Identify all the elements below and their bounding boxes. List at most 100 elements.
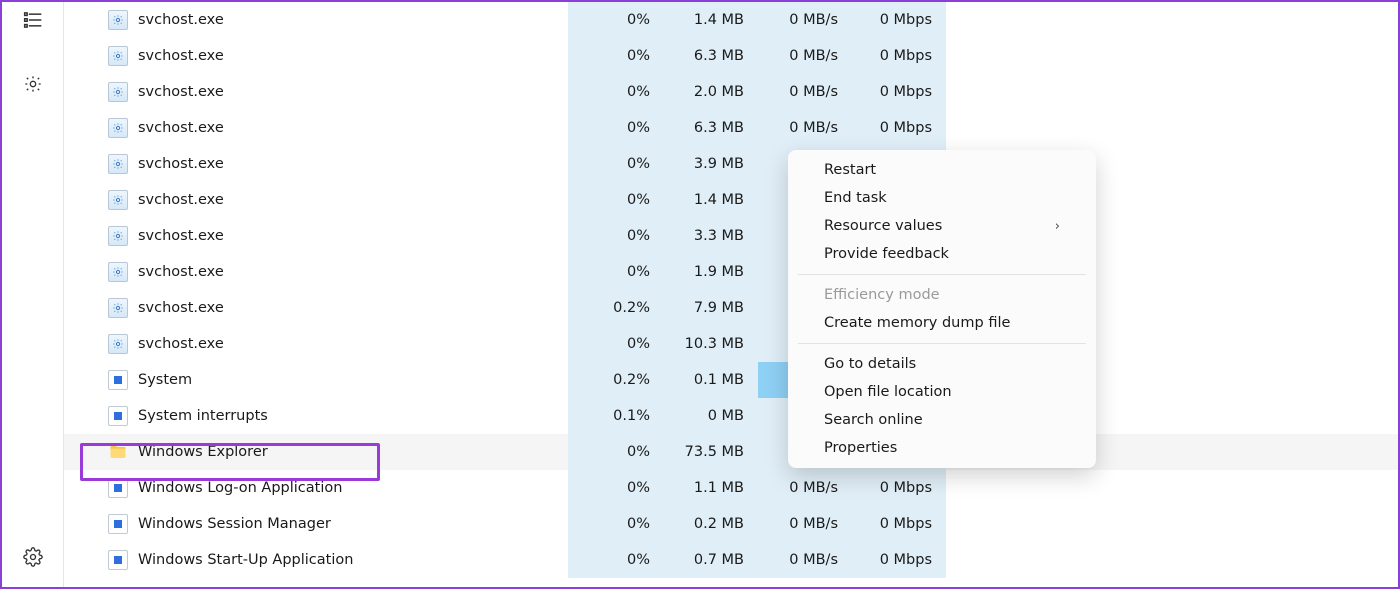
- process-name-label: Windows Start-Up Application: [138, 552, 353, 568]
- system-process-icon: [108, 550, 128, 570]
- process-name-cell: svchost.exe: [108, 226, 568, 246]
- network-cell: 0 Mbps: [852, 74, 946, 110]
- memory-cell: 6.3 MB: [664, 110, 758, 146]
- memory-cell: 7.9 MB: [664, 290, 758, 326]
- cpu-cell: 0%: [568, 110, 664, 146]
- network-cell: 0 Mbps: [852, 542, 946, 578]
- memory-cell: 73.5 MB: [664, 434, 758, 470]
- menu-go-to-details[interactable]: Go to details: [788, 350, 1096, 378]
- process-list: svchost.exe0%1.4 MB0 MB/s0 Mbpssvchost.e…: [64, 2, 1398, 587]
- process-name-label: svchost.exe: [138, 156, 224, 172]
- cpu-cell: 0.1%: [568, 398, 664, 434]
- network-cell: 0 Mbps: [852, 470, 946, 506]
- memory-cell: 3.9 MB: [664, 146, 758, 182]
- process-name-label: svchost.exe: [138, 228, 224, 244]
- disk-cell: 0 MB/s: [758, 542, 852, 578]
- process-name-cell: svchost.exe: [108, 298, 568, 318]
- cpu-cell: 0%: [568, 506, 664, 542]
- process-name-cell: System: [108, 370, 568, 390]
- disk-cell: 0 MB/s: [758, 110, 852, 146]
- sidebar: [2, 2, 64, 587]
- table-row[interactable]: Windows Session Manager 0%0.2 MB0 MB/s0 M…: [64, 506, 1398, 542]
- process-name-label: System interrupts: [138, 408, 268, 424]
- gear-icon: [108, 226, 128, 246]
- disk-cell: 0 MB/s: [758, 74, 852, 110]
- menu-label: Search online: [824, 412, 923, 428]
- process-name-label: System: [138, 372, 192, 388]
- table-row[interactable]: Windows Log-on Application0%1.1 MB0 MB/s…: [64, 470, 1398, 506]
- table-row[interactable]: svchost.exe0%6.3 MB0 MB/s0 Mbps: [64, 110, 1398, 146]
- table-row[interactable]: svchost.exe0%2.0 MB0 MB/s0 Mbps: [64, 74, 1398, 110]
- table-row[interactable]: Windows Start-Up Application0%0.7 MB0 MB…: [64, 542, 1398, 578]
- table-row[interactable]: svchost.exe0%10.3 MB0 MB: [64, 326, 1398, 362]
- process-name-cell: System interrupts: [108, 406, 568, 426]
- table-row[interactable]: System interrupts0.1%0 MB0 MB: [64, 398, 1398, 434]
- menu-provide-feedback[interactable]: Provide feedback: [788, 240, 1096, 268]
- disk-cell: 0 MB/s: [758, 2, 852, 38]
- folder-icon: [108, 442, 128, 462]
- process-name-label: svchost.exe: [138, 336, 224, 352]
- menu-label: Properties: [824, 440, 897, 456]
- process-name-cell: svchost.exe: [108, 190, 568, 210]
- list-view-icon[interactable]: [15, 2, 51, 38]
- process-name-label: Windows Session Manager: [138, 516, 331, 532]
- menu-end-task[interactable]: End task: [788, 184, 1096, 212]
- table-row[interactable]: svchost.exe0%1.4 MB0 MB: [64, 182, 1398, 218]
- process-name-cell: Windows Log-on Application: [108, 478, 568, 498]
- cpu-cell: 0%: [568, 2, 664, 38]
- gear-icon: [108, 298, 128, 318]
- menu-properties[interactable]: Properties: [788, 434, 1096, 462]
- gear-icon: [108, 82, 128, 102]
- menu-search-online[interactable]: Search online: [788, 406, 1096, 434]
- cpu-cell: 0%: [568, 254, 664, 290]
- menu-label: Create memory dump file: [824, 315, 1010, 331]
- table-row[interactable]: Windows Explorer0%73.5 MB0 MB/s0 Mbps: [64, 434, 1398, 470]
- menu-create-dump[interactable]: Create memory dump file: [788, 309, 1096, 337]
- cpu-cell: 0%: [568, 38, 664, 74]
- process-name-label: svchost.exe: [138, 84, 224, 100]
- menu-label: Restart: [824, 162, 876, 178]
- memory-cell: 1.4 MB: [664, 2, 758, 38]
- memory-cell: 0.2 MB: [664, 506, 758, 542]
- menu-efficiency-mode: Efficiency mode: [788, 281, 1096, 309]
- gear-icon: [108, 190, 128, 210]
- table-row[interactable]: svchost.exe0%3.9 MB0 MB: [64, 146, 1398, 182]
- memory-cell: 1.1 MB: [664, 470, 758, 506]
- settings-icon[interactable]: [15, 539, 51, 575]
- menu-label: Go to details: [824, 356, 916, 372]
- process-name-cell: svchost.exe: [108, 154, 568, 174]
- cpu-cell: 0%: [568, 434, 664, 470]
- table-row[interactable]: svchost.exe0%1.9 MB0 MB: [64, 254, 1398, 290]
- gear-icon[interactable]: [15, 66, 51, 102]
- table-row[interactable]: svchost.exe0%1.4 MB0 MB/s0 Mbps: [64, 2, 1398, 38]
- menu-restart[interactable]: Restart: [788, 156, 1096, 184]
- system-process-icon: [108, 478, 128, 498]
- menu-resource-values[interactable]: Resource values›: [788, 212, 1096, 240]
- cpu-cell: 0%: [568, 326, 664, 362]
- disk-cell: 0 MB/s: [758, 470, 852, 506]
- table-row[interactable]: svchost.exe0.2%7.9 MB0 MB: [64, 290, 1398, 326]
- process-name-cell: Windows Session Manager: [108, 514, 568, 534]
- process-name-cell: svchost.exe: [108, 82, 568, 102]
- process-name-label: svchost.exe: [138, 192, 224, 208]
- process-name-cell: svchost.exe: [108, 118, 568, 138]
- gear-icon: [108, 118, 128, 138]
- process-name-label: svchost.exe: [138, 300, 224, 316]
- table-row[interactable]: svchost.exe0%3.3 MB0 MB: [64, 218, 1398, 254]
- chevron-right-icon: ›: [1055, 219, 1060, 234]
- disk-cell: 0 MB/s: [758, 506, 852, 542]
- memory-cell: 6.3 MB: [664, 38, 758, 74]
- table-row[interactable]: svchost.exe0%6.3 MB0 MB/s0 Mbps: [64, 38, 1398, 74]
- process-name-cell: Windows Explorer: [108, 442, 568, 462]
- table-row[interactable]: System0.2%0.1 MB0.6 MB: [64, 362, 1398, 398]
- cpu-cell: 0%: [568, 182, 664, 218]
- process-name-cell: svchost.exe: [108, 334, 568, 354]
- gear-icon: [108, 262, 128, 282]
- cpu-cell: 0%: [568, 470, 664, 506]
- network-cell: 0 Mbps: [852, 506, 946, 542]
- cpu-cell: 0%: [568, 542, 664, 578]
- menu-label: Open file location: [824, 384, 952, 400]
- gear-icon: [108, 334, 128, 354]
- process-name-label: svchost.exe: [138, 12, 224, 28]
- menu-open-file-location[interactable]: Open file location: [788, 378, 1096, 406]
